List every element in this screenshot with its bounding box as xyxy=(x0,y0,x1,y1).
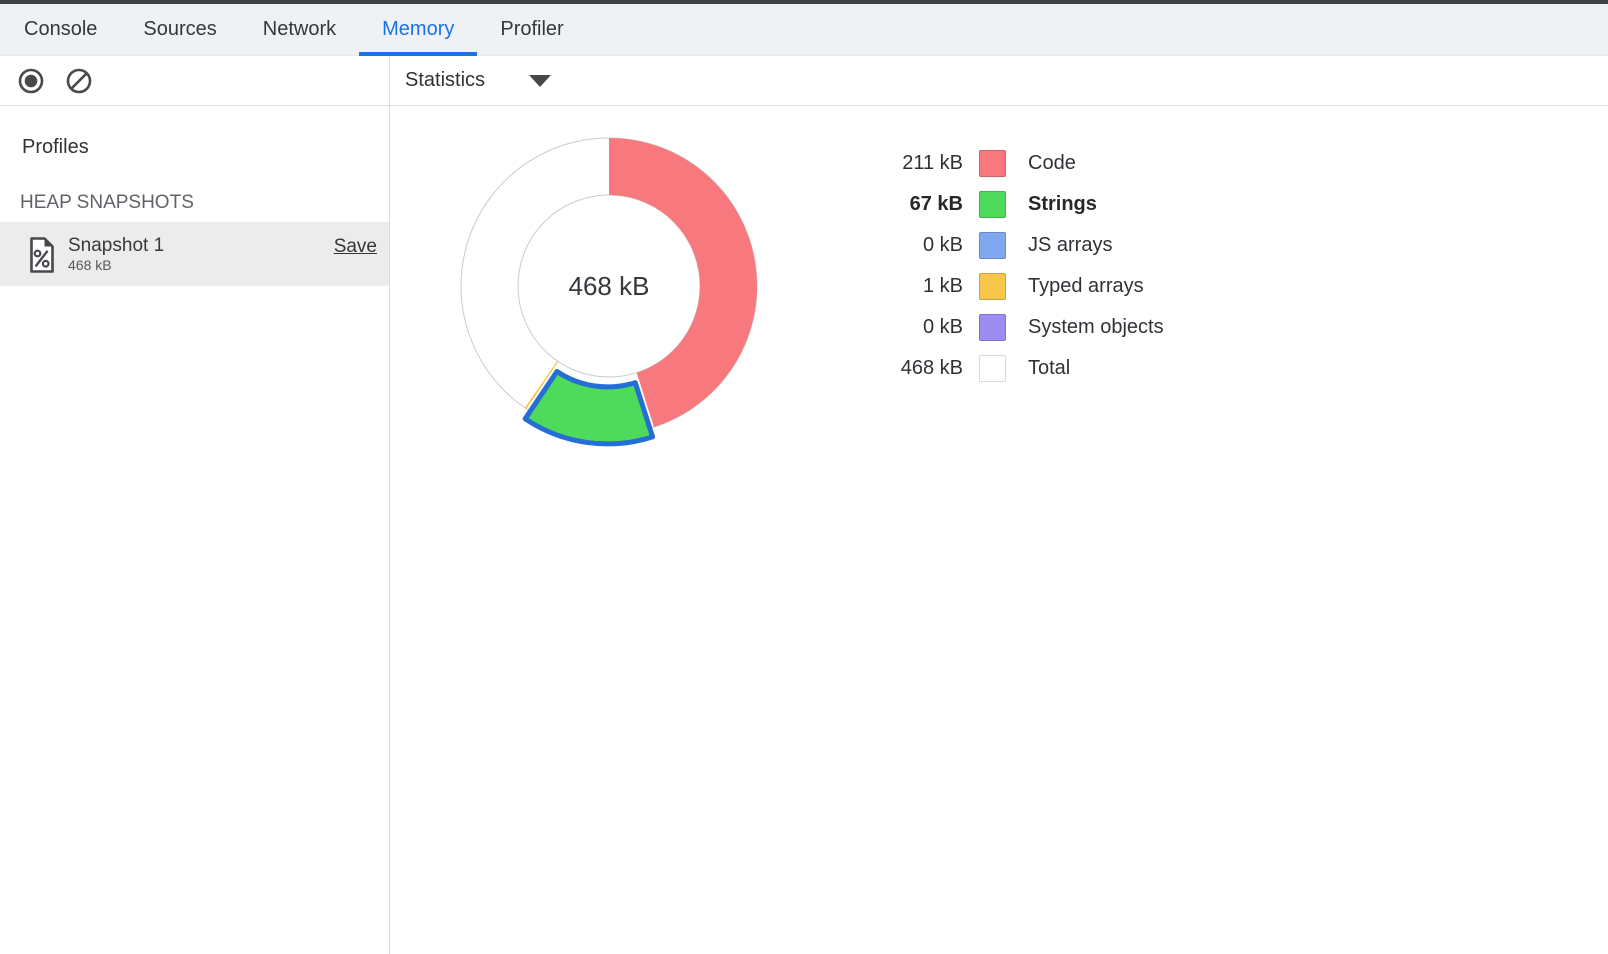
tab-label: Profiler xyxy=(500,18,563,41)
devtools-window: Console Sources Network Memory Profiler Stat… xyxy=(0,0,1608,954)
tab-network[interactable]: Network xyxy=(240,4,359,55)
legend-swatch-js-arrays xyxy=(979,232,1006,259)
tab-sources[interactable]: Sources xyxy=(120,4,239,55)
profiles-sidebar: Profiles HEAP SNAPSHOTS Snapshot 1 468 k… xyxy=(0,106,390,954)
memory-donut-chart: 468 kB xyxy=(454,126,764,456)
clear-profiles-button[interactable] xyxy=(65,67,93,95)
legend-value: 0 kB xyxy=(843,316,963,339)
tab-label: Console xyxy=(24,18,97,41)
snapshot-name: Snapshot 1 xyxy=(68,235,164,257)
tab-profiler[interactable]: Profiler xyxy=(477,4,586,55)
save-link[interactable]: Save xyxy=(334,236,377,258)
legend-value: 1 kB xyxy=(843,275,963,298)
legend-row-total[interactable]: 468 kB Total xyxy=(843,348,1164,389)
panel-tabbar: Console Sources Network Memory Profiler xyxy=(0,4,1608,56)
legend-swatch-typed-arrays xyxy=(979,273,1006,300)
legend-value: 67 kB xyxy=(843,193,963,216)
tab-memory[interactable]: Memory xyxy=(359,4,477,55)
statistics-panel: 468 kB 211 kB Code 67 kB Strings 0 kB JS arra… xyxy=(390,106,1608,954)
legend-swatch-total xyxy=(979,355,1006,382)
legend-row-code[interactable]: 211 kB Code xyxy=(843,143,1164,184)
legend-swatch-system-objects xyxy=(979,314,1006,341)
toolbar-left-section xyxy=(0,56,390,105)
heap-snapshots-section-heading: HEAP SNAPSHOTS xyxy=(20,192,194,214)
legend-swatch-strings xyxy=(979,191,1006,218)
legend-label: Total xyxy=(1028,357,1070,380)
perspective-select-label: Statistics xyxy=(405,69,485,92)
tab-console[interactable]: Console xyxy=(1,4,120,55)
profiles-heading: Profiles xyxy=(22,136,89,159)
caret-down-icon xyxy=(529,75,551,87)
snapshot-size: 468 kB xyxy=(68,257,112,274)
memory-toolbar: Statistics xyxy=(0,56,1608,106)
tab-label: Memory xyxy=(382,18,454,41)
legend-swatch-code xyxy=(979,150,1006,177)
perspective-select[interactable]: Statistics xyxy=(405,69,551,92)
legend-label: Code xyxy=(1028,152,1076,175)
tab-label: Sources xyxy=(143,18,216,41)
legend-label: Typed arrays xyxy=(1028,275,1144,298)
legend-value: 468 kB xyxy=(843,357,963,380)
legend-value: 0 kB xyxy=(843,234,963,257)
panel-content: Profiles HEAP SNAPSHOTS Snapshot 1 468 k… xyxy=(0,106,1608,954)
snapshot-list-item[interactable]: Snapshot 1 468 kB Save xyxy=(0,222,389,286)
legend-label: JS arrays xyxy=(1028,234,1112,257)
donut-center-label: 468 kB xyxy=(569,271,650,301)
record-heap-snapshot-button[interactable] xyxy=(17,67,45,95)
legend-row-strings[interactable]: 67 kB Strings xyxy=(843,184,1164,225)
legend-row-js-arrays[interactable]: 0 kB JS arrays xyxy=(843,225,1164,266)
legend-label: System objects xyxy=(1028,316,1164,339)
chart-legend: 211 kB Code 67 kB Strings 0 kB JS arrays 1 kB T… xyxy=(843,143,1164,389)
tab-label: Network xyxy=(263,18,336,41)
heap-snapshot-document-icon xyxy=(28,236,56,274)
legend-label: Strings xyxy=(1028,193,1097,216)
toolbar-right-section: Statistics xyxy=(390,56,1608,105)
legend-row-system-objects[interactable]: 0 kB System objects xyxy=(843,307,1164,348)
record-circle-icon xyxy=(17,67,45,95)
legend-row-typed-arrays[interactable]: 1 kB Typed arrays xyxy=(843,266,1164,307)
block-icon xyxy=(65,67,93,95)
legend-value: 211 kB xyxy=(843,152,963,175)
